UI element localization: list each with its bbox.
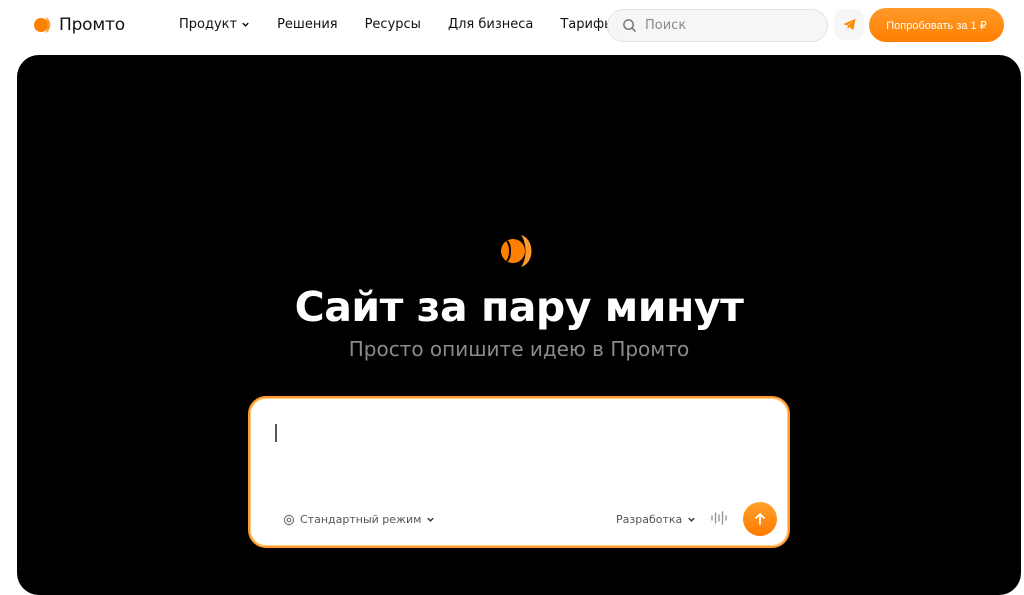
brand-logo[interactable]: Промто: [33, 14, 125, 36]
dev-selector[interactable]: Разработка: [616, 513, 696, 526]
nav-item-label: Для бизнеса: [447, 17, 534, 32]
brand-name: Промто: [59, 15, 125, 35]
send-button[interactable]: [743, 502, 777, 536]
nav-item-label: Ресурсы: [364, 17, 421, 32]
search-icon: [623, 19, 637, 33]
nav-item-label: Продукт: [179, 17, 238, 32]
arrow-up-icon: [755, 513, 765, 525]
search-box[interactable]: [607, 9, 828, 42]
chevron-down-icon: [427, 517, 435, 522]
dev-label: Разработка: [616, 513, 683, 526]
telegram-icon: [842, 18, 856, 31]
chevron-down-icon: [688, 517, 695, 522]
mode-label: Стандартный режим: [300, 513, 422, 526]
search-input[interactable]: [645, 18, 805, 33]
nav-item-product[interactable]: Продукт: [179, 17, 250, 32]
voice-input-icon[interactable]: [710, 510, 728, 526]
text-caret: [275, 424, 277, 442]
mode-selector[interactable]: Стандартный режим: [283, 513, 435, 526]
try-button[interactable]: Попробовать за 1 ₽: [869, 8, 1004, 42]
nav-item-solutions[interactable]: Решения: [277, 17, 338, 32]
main-nav: Продукт Решения Ресурсы Для бизнеса Тари…: [179, 17, 641, 32]
prompt-input-box[interactable]: Стандартный режим Разработка: [248, 396, 790, 548]
chevron-down-icon: [242, 22, 249, 27]
nav-item-business[interactable]: Для бизнеса: [448, 17, 533, 32]
nav-item-resources[interactable]: Ресурсы: [365, 17, 421, 32]
mode-icon: [283, 514, 295, 525]
telegram-button[interactable]: [834, 9, 864, 40]
site-header: Промто Продукт Решения Ресурсы Для бизне…: [0, 0, 1024, 52]
hero-section: Сайт за пару минут Просто опишите идею в…: [17, 55, 1021, 595]
hero-title: Сайт за пару минут: [294, 283, 744, 331]
promto-logo-icon: [34, 17, 51, 33]
promto-logo-icon: [501, 235, 532, 267]
hero-subtitle: Просто опишите идею в Промто: [348, 337, 690, 361]
nav-item-label: Решения: [277, 17, 338, 32]
